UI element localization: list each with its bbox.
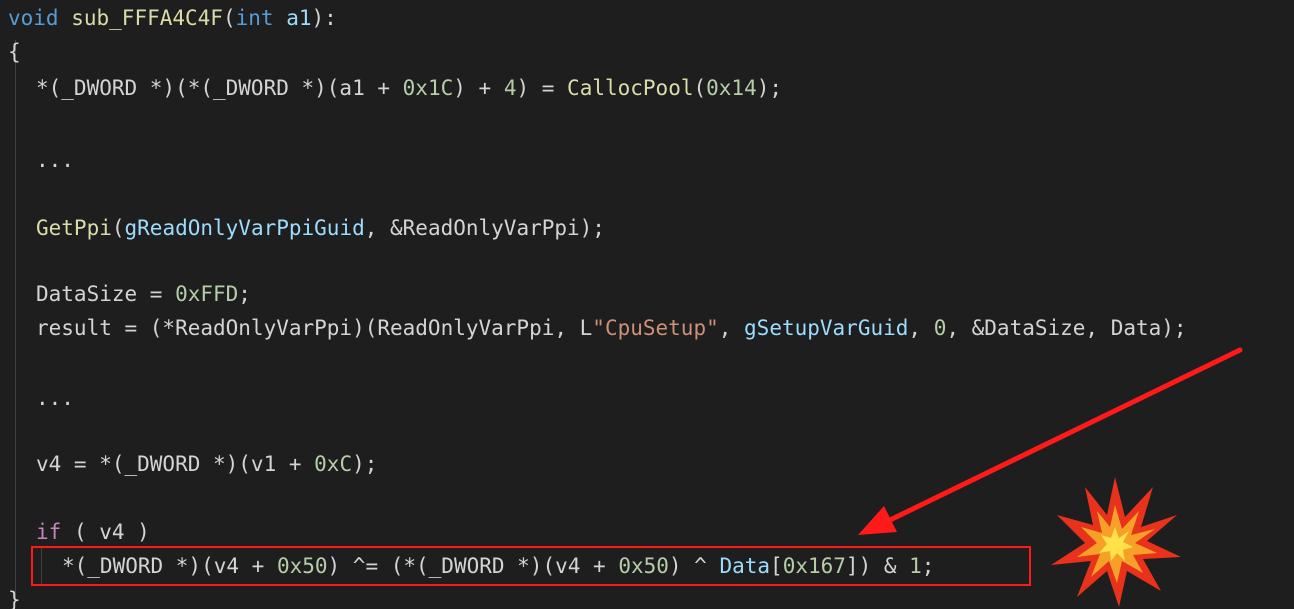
code-text: DataSize =: [36, 282, 176, 306]
code-line-open-brace: {: [8, 34, 21, 70]
close-brace: }: [8, 588, 21, 609]
number-literal: 0: [933, 316, 947, 340]
function-name: sub_FFFA4C4F: [71, 6, 223, 30]
code-text: , &DataSize, Data);: [946, 316, 1187, 340]
indent-guide: [15, 40, 16, 600]
function-call-callocpool: CallocPool: [567, 76, 694, 100]
code-line-ellipsis-2: ...: [36, 380, 74, 416]
keyword-if: if: [36, 520, 62, 544]
code-line-getppi: GetPpi(gReadOnlyVarPpiGuid, &ReadOnlyVar…: [36, 210, 605, 246]
function-call-getppi: GetPpi: [36, 216, 112, 240]
number-literal: 0xC: [314, 452, 353, 476]
variable-setup-guid: gSetupVarGuid: [744, 316, 909, 340]
code-editor: void sub_FFFA4C4F(int a1): { *(_DWORD *)…: [0, 0, 1294, 609]
open-brace: {: [8, 40, 21, 64]
code-text: ,: [908, 316, 934, 340]
code-line-v4: v4 = *(_DWORD *)(v1 + 0xC);: [36, 446, 377, 482]
code-line-datasize: DataSize = 0xFFD;: [36, 276, 251, 312]
string-literal: "CpuSetup": [592, 316, 719, 340]
highlight-box: [31, 546, 1031, 586]
code-text: ) +: [453, 76, 504, 100]
keyword-void: void: [8, 6, 59, 30]
code-text: (: [693, 76, 707, 100]
code-text: );: [352, 452, 378, 476]
code-text: (: [111, 216, 125, 240]
code-text: *(_DWORD *)(*(_DWORD *)(a1 +: [36, 76, 403, 100]
number-literal: 0x14: [706, 76, 757, 100]
code-line-result: result = (*ReadOnlyVarPpi)(ReadOnlyVarPp…: [36, 310, 1187, 346]
code-text: ) =: [516, 76, 568, 100]
code-text: v4 = *(_DWORD *)(v1 +: [36, 452, 315, 476]
ellipsis: ...: [36, 148, 74, 172]
keyword-int: int: [235, 6, 274, 30]
ellipsis: ...: [36, 386, 74, 410]
code-line-close-brace: }: [8, 582, 21, 609]
code-text: , &ReadOnlyVarPpi);: [364, 216, 605, 240]
paren-close: ):: [311, 6, 337, 30]
code-text: ,: [718, 316, 745, 340]
variable-guid: gReadOnlyVarPpiGuid: [124, 216, 365, 240]
code-text: ;: [238, 282, 251, 306]
code-text: result = (*ReadOnlyVarPpi)(ReadOnlyVarPp…: [36, 316, 593, 340]
code-line-calloc: *(_DWORD *)(*(_DWORD *)(a1 + 0x1C) + 4) …: [36, 70, 782, 106]
paren-open: (: [222, 6, 236, 30]
code-line-function-signature: void sub_FFFA4C4F(int a1):: [8, 0, 337, 36]
red-arrow-icon: [858, 347, 1243, 535]
param-a1: a1: [286, 6, 312, 30]
explosion-icon: [1051, 477, 1181, 607]
code-line-if: if ( v4 ): [36, 514, 150, 550]
code-text: );: [756, 76, 783, 100]
number-literal: 0x1C: [402, 76, 454, 100]
code-line-ellipsis-1: ...: [36, 142, 74, 178]
code-text: ( v4 ): [61, 520, 150, 544]
number-literal: 0xFFD: [175, 282, 239, 306]
number-literal: 4: [503, 76, 517, 100]
